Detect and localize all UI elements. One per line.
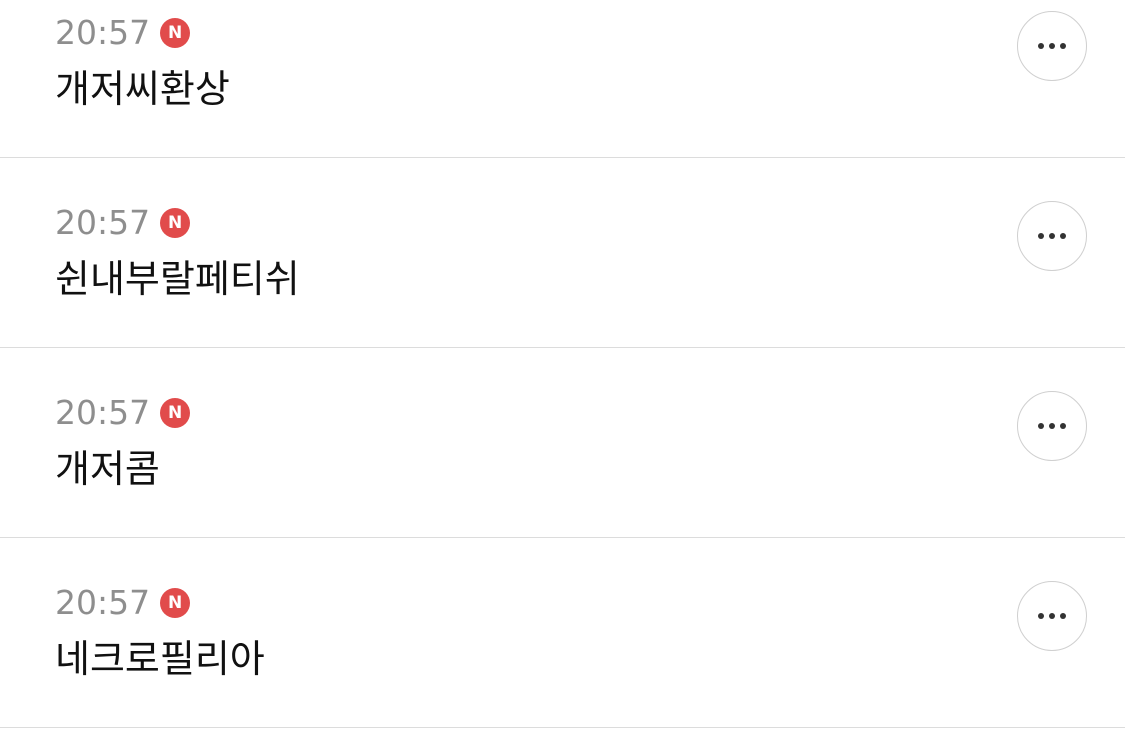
more-options-button[interactable] bbox=[1017, 581, 1087, 651]
post-time: 20:57 bbox=[55, 393, 151, 432]
new-badge: N bbox=[160, 208, 191, 238]
post-list: 20:57 N 개저씨환상 20:57 N 쉰내부랄페티쉬 20:57 N 개저… bbox=[0, 0, 1125, 728]
list-item[interactable]: 20:57 N 쉰내부랄페티쉬 bbox=[0, 158, 1125, 348]
more-horizontal-icon bbox=[1038, 613, 1066, 619]
list-item[interactable]: 20:57 N 네크로필리아 bbox=[0, 538, 1125, 728]
more-horizontal-icon bbox=[1038, 423, 1066, 429]
list-item[interactable]: 20:57 N 개저씨환상 bbox=[0, 0, 1125, 158]
new-badge: N bbox=[160, 398, 191, 428]
post-meta: 20:57 N bbox=[55, 13, 191, 53]
new-badge: N bbox=[160, 18, 191, 48]
post-time: 20:57 bbox=[55, 13, 151, 52]
post-title[interactable]: 쉰내부랄페티쉬 bbox=[55, 254, 300, 304]
post-meta: 20:57 N bbox=[55, 203, 191, 243]
post-time: 20:57 bbox=[55, 583, 151, 622]
post-meta: 20:57 N bbox=[55, 583, 191, 623]
post-title[interactable]: 개저콤 bbox=[55, 444, 160, 494]
more-options-button[interactable] bbox=[1017, 391, 1087, 461]
more-options-button[interactable] bbox=[1017, 11, 1087, 81]
post-meta: 20:57 N bbox=[55, 393, 191, 433]
more-horizontal-icon bbox=[1038, 233, 1066, 239]
new-badge: N bbox=[160, 588, 191, 618]
list-item[interactable]: 20:57 N 개저콤 bbox=[0, 348, 1125, 538]
more-horizontal-icon bbox=[1038, 43, 1066, 49]
post-time: 20:57 bbox=[55, 203, 151, 242]
more-options-button[interactable] bbox=[1017, 201, 1087, 271]
post-title[interactable]: 네크로필리아 bbox=[55, 634, 265, 684]
post-title[interactable]: 개저씨환상 bbox=[55, 64, 230, 114]
